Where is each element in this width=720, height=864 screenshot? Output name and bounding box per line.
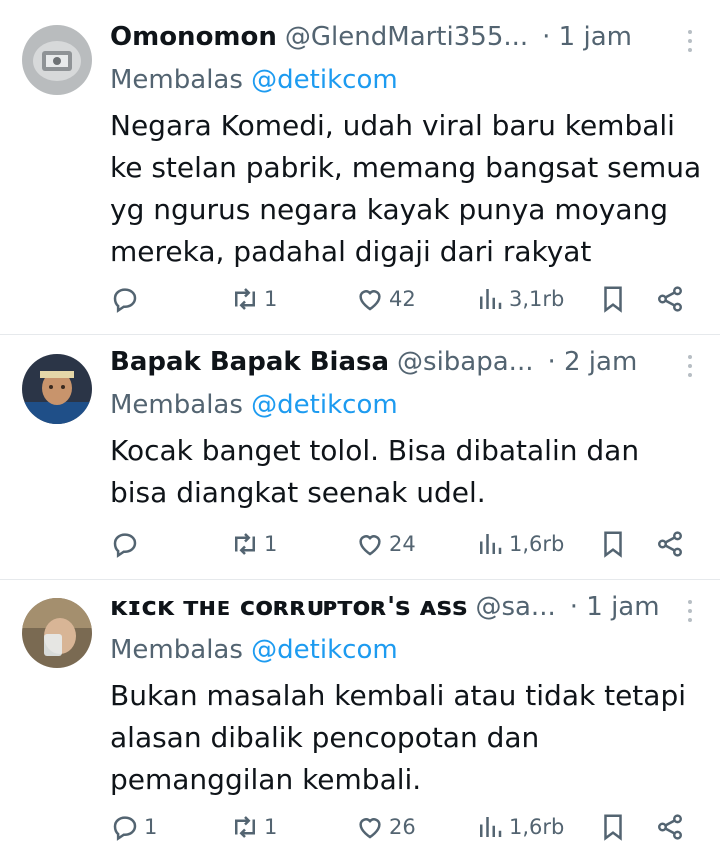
tweet-3[interactable]: ᴋɪᴄᴋ ᴛʜᴇ ᴄᴏʀʀᴜᴘᴛᴏʀ's ᴀss @sa... · 1 jam … <box>0 580 720 864</box>
share-button[interactable] <box>655 812 685 842</box>
avatar-image <box>22 598 92 668</box>
like-count: 26 <box>389 815 416 839</box>
more-options-icon[interactable] <box>688 355 694 377</box>
analytics-icon <box>480 817 502 837</box>
reply-icon <box>113 533 137 558</box>
reply-count: 1 <box>144 815 158 839</box>
avatar[interactable] <box>22 25 92 95</box>
views-button[interactable]: 3,1rb <box>475 284 564 314</box>
heart-icon <box>359 535 381 556</box>
like-button[interactable]: 42 <box>355 284 416 314</box>
heart-icon <box>359 818 381 839</box>
bookmark-button[interactable] <box>598 529 628 559</box>
views-button[interactable]: 1,6rb <box>475 812 564 842</box>
heart-icon <box>359 290 381 311</box>
reply-prefix: Membalas <box>110 635 243 665</box>
view-count: 1,6rb <box>509 532 565 556</box>
tweet-text: Bukan masalah kembali atau tidak tetapi … <box>110 679 686 796</box>
action-bar: 1 42 3,1rb <box>110 284 700 320</box>
timestamp[interactable]: · 2 jam <box>547 347 637 377</box>
user-handle[interactable]: @GlendMarti355... <box>285 22 528 52</box>
share-button[interactable] <box>655 284 685 314</box>
tweet-1[interactable]: Omonomon @GlendMarti355... · 1 jam Memba… <box>0 0 720 335</box>
tweet-text: Negara Komedi, udah viral baru kembali k… <box>110 109 702 268</box>
analytics-icon <box>480 289 502 309</box>
bookmark-icon <box>604 531 622 558</box>
reply-button[interactable] <box>110 284 144 314</box>
retweet-count: 1 <box>264 532 278 556</box>
reply-button[interactable] <box>110 529 144 559</box>
display-name[interactable]: Bapak Bapak Biasa <box>110 347 389 377</box>
user-handle[interactable]: @sibapa... <box>397 347 533 377</box>
action-bar: 1 24 1,6rb <box>110 529 700 565</box>
view-count: 1,6rb <box>509 815 565 839</box>
reply-context: Membalas @detikcom <box>110 65 702 95</box>
timestamp[interactable]: · 1 jam <box>542 22 632 52</box>
like-button[interactable]: 24 <box>355 529 416 559</box>
reply-context: Membalas @detikcom <box>110 635 702 665</box>
retweet-button[interactable]: 1 <box>230 529 277 559</box>
reply-prefix: Membalas <box>110 390 243 420</box>
reply-context: Membalas @detikcom <box>110 390 702 420</box>
display-name[interactable]: Omonomon <box>110 22 277 52</box>
reply-button[interactable]: 1 <box>110 812 157 842</box>
share-icon <box>658 531 682 557</box>
more-options-icon[interactable] <box>688 600 694 622</box>
action-bar: 1 1 26 1,6rb <box>110 812 700 848</box>
timestamp[interactable]: · 1 jam <box>570 592 660 622</box>
retweet-button[interactable]: 1 <box>230 284 277 314</box>
reply-prefix: Membalas <box>110 65 243 95</box>
share-icon <box>658 286 682 312</box>
retweet-button[interactable]: 1 <box>230 812 277 842</box>
views-button[interactable]: 1,6rb <box>475 529 564 559</box>
reply-icon <box>113 288 137 313</box>
retweet-icon <box>235 288 255 310</box>
like-count: 24 <box>389 532 416 556</box>
analytics-icon <box>480 534 502 554</box>
bookmark-icon <box>604 286 622 313</box>
like-count: 42 <box>389 287 416 311</box>
retweet-count: 1 <box>264 815 278 839</box>
avatar-image <box>22 25 92 95</box>
display-name[interactable]: ᴋɪᴄᴋ ᴛʜᴇ ᴄᴏʀʀᴜᴘᴛᴏʀ's ᴀss <box>110 592 467 622</box>
reply-mention-link[interactable]: @detikcom <box>251 390 398 420</box>
more-options-icon[interactable] <box>688 30 694 52</box>
avatar[interactable] <box>22 598 92 668</box>
view-count: 3,1rb <box>509 287 565 311</box>
tweet-text: Kocak banget tolol. Bisa dibatalin dan b… <box>110 434 640 509</box>
bookmark-button[interactable] <box>598 812 628 842</box>
retweet-icon <box>235 533 255 555</box>
bookmark-button[interactable] <box>598 284 628 314</box>
avatar[interactable] <box>22 354 92 424</box>
retweet-count: 1 <box>264 287 278 311</box>
reply-mention-link[interactable]: @detikcom <box>251 65 398 95</box>
bookmark-icon <box>604 814 622 841</box>
reply-mention-link[interactable]: @detikcom <box>251 635 398 665</box>
avatar-image <box>22 354 92 424</box>
reply-icon <box>113 816 137 841</box>
like-button[interactable]: 26 <box>355 812 416 842</box>
share-button[interactable] <box>655 529 685 559</box>
tweet-2[interactable]: Bapak Bapak Biasa @sibapa... · 2 jam Mem… <box>0 335 720 580</box>
user-handle[interactable]: @sa... <box>475 592 555 622</box>
share-icon <box>658 814 682 840</box>
retweet-icon <box>235 816 255 838</box>
